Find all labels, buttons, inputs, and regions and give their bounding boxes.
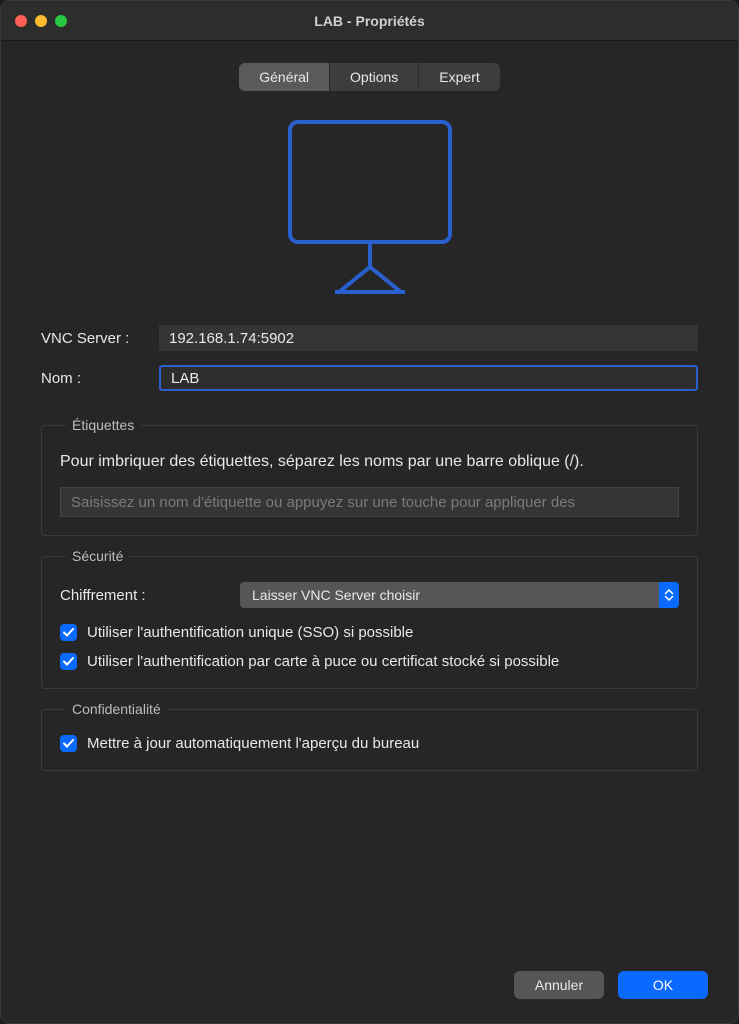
- labels-section: Étiquettes Pour imbriquer des étiquettes…: [41, 417, 698, 536]
- properties-window: LAB - Propriétés Général Options Expert …: [0, 0, 739, 1024]
- monitor-icon: [41, 99, 698, 325]
- maximize-icon[interactable]: [55, 15, 67, 27]
- minimize-icon[interactable]: [35, 15, 47, 27]
- labels-help-text: Pour imbriquer des étiquettes, séparez l…: [60, 451, 679, 473]
- labels-legend: Étiquettes: [66, 417, 140, 433]
- preview-checkbox[interactable]: [60, 735, 77, 752]
- close-icon[interactable]: [15, 15, 27, 27]
- footer: Annuler OK: [1, 951, 738, 1023]
- labels-input[interactable]: [60, 487, 679, 517]
- encryption-select[interactable]: Laisser VNC Server choisir: [240, 582, 679, 608]
- name-row: Nom :: [41, 365, 698, 391]
- name-input[interactable]: [159, 365, 698, 391]
- privacy-section: Confidentialité Mettre à jour automatiqu…: [41, 701, 698, 771]
- vnc-server-row: VNC Server :: [41, 325, 698, 351]
- smartcard-checkbox-row: Utiliser l'authentification par carte à …: [60, 653, 679, 670]
- security-section: Sécurité Chiffrement : Laisser VNC Serve…: [41, 548, 698, 689]
- security-legend: Sécurité: [66, 548, 129, 564]
- vnc-server-input[interactable]: [159, 325, 698, 351]
- preview-label: Mettre à jour automatiquement l'aperçu d…: [87, 735, 419, 752]
- smartcard-checkbox[interactable]: [60, 653, 77, 670]
- privacy-legend: Confidentialité: [66, 701, 167, 717]
- chevron-updown-icon: [659, 582, 679, 608]
- tab-expert[interactable]: Expert: [419, 63, 499, 91]
- sso-checkbox-row: Utiliser l'authentification unique (SSO)…: [60, 624, 679, 641]
- tab-general[interactable]: Général: [239, 63, 330, 91]
- sso-checkbox[interactable]: [60, 624, 77, 641]
- traffic-lights: [1, 15, 67, 27]
- window-title: LAB - Propriétés: [1, 13, 738, 29]
- ok-button[interactable]: OK: [618, 971, 708, 999]
- preview-checkbox-row: Mettre à jour automatiquement l'aperçu d…: [60, 735, 679, 752]
- smartcard-label: Utiliser l'authentification par carte à …: [87, 653, 559, 670]
- tab-bar: Général Options Expert: [41, 41, 698, 99]
- encryption-value: Laisser VNC Server choisir: [252, 587, 420, 603]
- sso-label: Utiliser l'authentification unique (SSO)…: [87, 624, 413, 641]
- tab-options[interactable]: Options: [330, 63, 419, 91]
- vnc-server-label: VNC Server :: [41, 330, 159, 347]
- name-label: Nom :: [41, 370, 159, 387]
- encryption-row: Chiffrement : Laisser VNC Server choisir: [60, 582, 679, 608]
- titlebar: LAB - Propriétés: [1, 1, 738, 41]
- encryption-label: Chiffrement :: [60, 587, 240, 604]
- cancel-button[interactable]: Annuler: [514, 971, 604, 999]
